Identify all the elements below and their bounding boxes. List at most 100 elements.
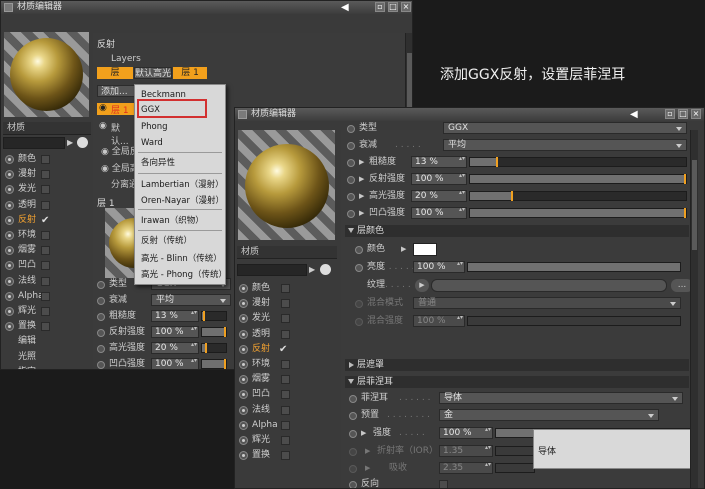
radio-dot[interactable]: [349, 465, 357, 473]
back-layer-tab-layer1[interactable]: 层 1: [173, 67, 207, 79]
radio-dot[interactable]: [239, 436, 248, 445]
radio-dot[interactable]: [239, 451, 248, 461]
front-type-select[interactable]: GGX: [443, 122, 687, 134]
dropdown-item[interactable]: 反射（传统）: [135, 233, 225, 249]
back-layer-row-1[interactable]: ◉ 层 1: [97, 103, 137, 116]
expand-arrow-icon[interactable]: ▶: [359, 207, 364, 220]
channel-checkbox[interactable]: [281, 375, 290, 385]
front-absorb-slider[interactable]: [495, 463, 535, 473]
channel-item[interactable]: 辉光: [1, 304, 50, 319]
front-prop-input[interactable]: 100 %: [411, 173, 467, 185]
front-absorb-input[interactable]: 2.35: [439, 462, 493, 474]
radio-dot[interactable]: ◉: [101, 147, 112, 157]
radio-dot[interactable]: [349, 448, 357, 456]
dropdown-item[interactable]: 高光 - Phong（传统）: [135, 267, 227, 283]
layer-eye-icon[interactable]: ◉: [99, 103, 107, 113]
back-layer-tab-default[interactable]: 默认高光: [134, 67, 172, 79]
radio-dot[interactable]: [349, 481, 357, 488]
minimize-button[interactable]: ▫: [375, 2, 385, 12]
radio-dot[interactable]: [97, 345, 105, 353]
radio-dot[interactable]: [5, 322, 14, 332]
front-attenuation-select[interactable]: 平均: [443, 139, 687, 151]
front-texture-field[interactable]: [431, 279, 667, 292]
dropdown-item[interactable]: Irawan（织物）: [135, 213, 225, 229]
radio-dot[interactable]: [239, 375, 248, 385]
expand-arrow-icon[interactable]: ▶: [359, 190, 364, 203]
radio-dot[interactable]: [239, 299, 248, 309]
channel-checkbox[interactable]: [41, 291, 50, 301]
front-strength-input[interactable]: 100 %: [439, 427, 493, 439]
side-item[interactable]: 指定: [1, 365, 36, 369]
back-layer-tab-layer[interactable]: 层: [97, 67, 133, 79]
radio-dot[interactable]: [347, 210, 355, 218]
front-layer-mask-section[interactable]: 层遮罩: [345, 359, 689, 371]
radio-dot[interactable]: [5, 185, 14, 195]
back-pick-icon[interactable]: [77, 137, 88, 148]
expand-arrow-icon[interactable]: ▶: [365, 445, 370, 458]
expand-arrow-icon[interactable]: ▶: [359, 156, 364, 169]
channel-checkbox[interactable]: [281, 284, 290, 293]
front-prop-input[interactable]: 100 %: [411, 207, 467, 219]
channel-item[interactable]: Alpha: [1, 289, 50, 304]
radio-dot[interactable]: [5, 261, 14, 271]
channel-item[interactable]: 发光: [235, 311, 290, 326]
radio-dot[interactable]: [355, 264, 363, 272]
channel-item[interactable]: 烟雾: [235, 372, 290, 387]
radio-dot[interactable]: [239, 329, 248, 339]
radio-dot[interactable]: [97, 297, 105, 305]
maximize-button[interactable]: □: [678, 109, 688, 119]
radio-dot[interactable]: [239, 314, 248, 324]
dropdown-item[interactable]: Lambertian（漫射）: [135, 177, 225, 193]
radio-dot[interactable]: [355, 300, 363, 308]
radio-dot[interactable]: [239, 390, 248, 400]
radio-dot[interactable]: [239, 405, 248, 415]
radio-dot[interactable]: [347, 176, 355, 184]
radio-dot[interactable]: [5, 307, 14, 316]
channel-item[interactable]: 漫射: [1, 167, 50, 182]
channel-checkbox[interactable]: [281, 451, 290, 461]
close-button[interactable]: ×: [691, 109, 701, 119]
front-preset-select[interactable]: 金: [439, 409, 659, 421]
channel-checkbox[interactable]: [41, 155, 50, 164]
radio-dot[interactable]: [239, 420, 248, 430]
channel-item[interactable]: Alpha: [235, 418, 290, 433]
channel-checkbox[interactable]: [281, 299, 290, 309]
channel-checkbox[interactable]: [41, 307, 50, 316]
dropdown-item[interactable]: Phong: [135, 119, 225, 135]
radio-dot[interactable]: [239, 344, 248, 354]
front-fresnel-select[interactable]: 导体: [439, 392, 683, 404]
back-play-icon[interactable]: ▶: [67, 138, 73, 147]
radio-dot[interactable]: [5, 200, 14, 210]
maximize-button[interactable]: □: [388, 2, 398, 12]
channel-item[interactable]: 法线: [1, 274, 50, 289]
expand-arrow-icon[interactable]: ▶: [361, 427, 366, 440]
radio-dot[interactable]: [5, 215, 14, 225]
channel-item[interactable]: 辉光: [235, 433, 290, 448]
radio-dot[interactable]: [239, 360, 248, 369]
front-prop-slider[interactable]: [469, 191, 687, 201]
radio-dot[interactable]: ◉: [101, 164, 112, 174]
channel-checkbox[interactable]: [41, 200, 50, 210]
channel-checkbox[interactable]: [41, 261, 50, 271]
radio-dot[interactable]: [239, 284, 248, 293]
front-blend-mode-select[interactable]: 普通: [413, 297, 681, 309]
back-prop-slider[interactable]: [201, 343, 227, 353]
layer-eye-icon[interactable]: ◉: [99, 121, 107, 131]
front-layer-color-section[interactable]: 层颜色: [345, 225, 689, 237]
minimize-button[interactable]: ▫: [665, 109, 675, 119]
channel-checkbox[interactable]: [41, 231, 50, 240]
channel-checkbox[interactable]: [281, 420, 290, 430]
front-texture-play[interactable]: ▶: [415, 279, 429, 292]
radio-dot[interactable]: [347, 125, 355, 133]
back-add-button[interactable]: 添加...: [97, 85, 135, 97]
front-last-checkbox[interactable]: [439, 480, 448, 488]
channel-checkbox[interactable]: [41, 246, 50, 256]
arrow-left-icon[interactable]: ◀: [341, 1, 349, 14]
channel-item[interactable]: 反射 ✔: [235, 342, 287, 357]
channel-item[interactable]: 颜色: [1, 152, 50, 167]
radio-dot[interactable]: [97, 361, 105, 369]
channel-checkbox[interactable]: [281, 405, 290, 415]
radio-dot[interactable]: [355, 318, 363, 326]
channel-item[interactable]: 反射 ✔: [1, 213, 49, 228]
expand-arrow-icon[interactable]: ▶: [365, 462, 370, 475]
